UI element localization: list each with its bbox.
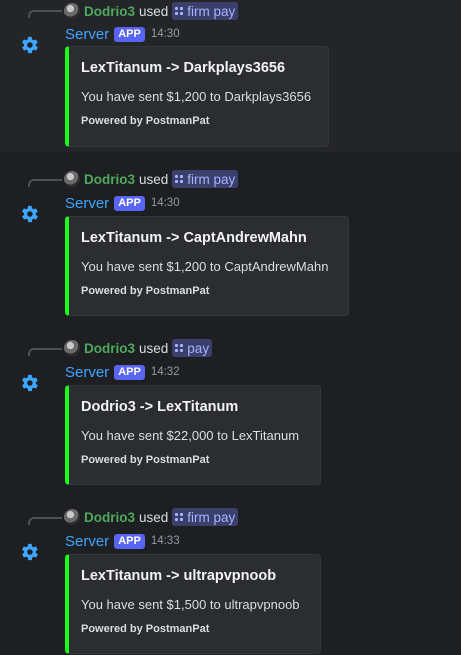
timestamp[interactable]: 14:33 (151, 535, 180, 547)
embed-footer: Powered by PostmanPat (81, 454, 210, 466)
user-avatar[interactable] (64, 171, 80, 187)
author-name[interactable]: Server (65, 364, 109, 381)
reply-connector (28, 517, 62, 525)
gear-icon[interactable] (18, 541, 40, 563)
timestamp[interactable]: 14:30 (151, 28, 180, 40)
reply-username[interactable]: Dodrio3 (84, 172, 135, 187)
reply-preview[interactable]: Dodrio3 used firm pay (64, 508, 239, 526)
embed-title: LexTitanum -> ultrapvpnoob (81, 568, 277, 584)
message: Dodrio3 used firm pay Server APP 14:30 L… (0, 0, 461, 152)
embed-description: You have sent $1,200 to CaptAndrewMahn (81, 259, 329, 274)
command-name: firm pay (187, 171, 236, 187)
reply-verb: used (139, 171, 169, 187)
message-header: Server APP 14:30 (65, 24, 180, 44)
embed-footer: Powered by PostmanPat (81, 623, 210, 635)
embed-card: LexTitanum -> ultrapvpnoob You have sent… (65, 554, 321, 654)
command-chip[interactable]: firm pay (172, 508, 239, 526)
author-name[interactable]: Server (65, 533, 109, 550)
app-badge: APP (114, 195, 145, 211)
timestamp[interactable]: 14:30 (151, 197, 180, 209)
embed-footer: Powered by PostmanPat (81, 115, 210, 127)
user-avatar[interactable] (64, 509, 80, 525)
embed-footer: Powered by PostmanPat (81, 285, 210, 297)
reply-connector (28, 10, 62, 18)
app-badge: APP (114, 533, 145, 549)
message-header: Server APP 14:32 (65, 362, 180, 382)
command-icon (175, 175, 184, 183)
embed-title: Dodrio3 -> LexTitanum (81, 399, 239, 415)
embed-description: You have sent $1,200 to Darkplays3656 (81, 89, 312, 104)
reply-connector (28, 348, 62, 356)
command-chip[interactable]: pay (172, 339, 213, 357)
gear-icon[interactable] (18, 34, 40, 56)
gear-icon[interactable] (18, 372, 40, 394)
reply-preview[interactable]: Dodrio3 used pay (64, 339, 213, 357)
app-badge: APP (114, 26, 145, 42)
message: Dodrio3 used firm pay Server APP 14:30 L… (0, 169, 461, 321)
message-header: Server APP 14:30 (65, 193, 180, 213)
reply-username[interactable]: Dodrio3 (84, 510, 135, 525)
gear-icon[interactable] (18, 203, 40, 225)
user-avatar[interactable] (64, 3, 80, 19)
reply-username[interactable]: Dodrio3 (84, 341, 135, 356)
reply-verb: used (139, 3, 169, 19)
reply-connector (28, 179, 62, 187)
command-icon (175, 344, 184, 352)
chat-messages: Dodrio3 used firm pay Server APP 14:30 L… (0, 0, 461, 655)
user-avatar[interactable] (64, 340, 80, 356)
command-icon (175, 7, 184, 15)
embed-title: LexTitanum -> CaptAndrewMahn (81, 230, 307, 246)
message: Dodrio3 used pay Server APP 14:32 Dodrio… (0, 338, 461, 490)
command-chip[interactable]: firm pay (172, 170, 239, 188)
reply-preview[interactable]: Dodrio3 used firm pay (64, 2, 239, 20)
message-header: Server APP 14:33 (65, 531, 180, 551)
timestamp[interactable]: 14:32 (151, 366, 180, 378)
reply-verb: used (139, 509, 169, 525)
reply-username[interactable]: Dodrio3 (84, 4, 135, 19)
reply-preview[interactable]: Dodrio3 used firm pay (64, 170, 239, 188)
embed-description: You have sent $1,500 to ultrapvpnoob (81, 597, 300, 612)
embed-card: Dodrio3 -> LexTitanum You have sent $22,… (65, 385, 321, 485)
embed-card: LexTitanum -> Darkplays3656 You have sen… (65, 46, 329, 147)
command-chip[interactable]: firm pay (172, 2, 239, 20)
command-name: pay (187, 340, 210, 356)
author-name[interactable]: Server (65, 195, 109, 212)
embed-title: LexTitanum -> Darkplays3656 (81, 60, 286, 76)
author-name[interactable]: Server (65, 26, 109, 43)
embed-description: You have sent $22,000 to LexTitanum (81, 428, 300, 443)
message: Dodrio3 used firm pay Server APP 14:33 L… (0, 507, 461, 655)
reply-verb: used (139, 340, 169, 356)
command-name: firm pay (187, 509, 236, 525)
embed-card: LexTitanum -> CaptAndrewMahn You have se… (65, 216, 349, 316)
app-badge: APP (114, 364, 145, 380)
command-name: firm pay (187, 3, 236, 19)
command-icon (175, 513, 184, 521)
